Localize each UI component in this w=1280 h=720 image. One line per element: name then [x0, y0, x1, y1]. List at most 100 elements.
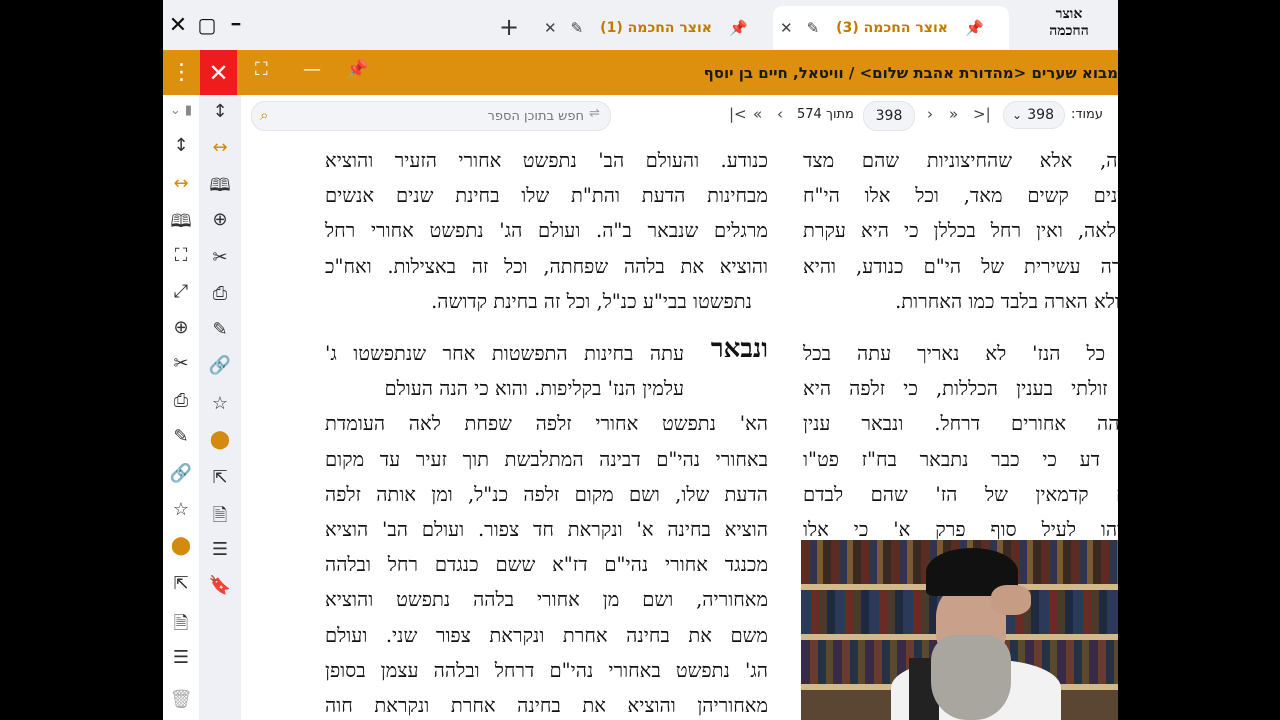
left-toolbar: ⌄ ▮ ↕ ↔ 🕮 ⛶ ⤢ ⊕ ✂ ⎙ ✎ 🔗 ☆ ⬤ ⇱ 🗎 ☰ 🗑 — [163, 95, 200, 720]
text-line: מבחינות הדעת והת"ת שלו בחינת שנים אנשים — [325, 184, 768, 208]
print-icon[interactable]: ⎙ — [199, 283, 241, 304]
external-link-icon[interactable]: ⇱ — [163, 573, 199, 594]
pin-icon[interactable]: 📌 — [965, 19, 984, 37]
navigation-row: ⌕ ⇌ |< « ‹ מתוך 574 398 › » >| ⌄ 398 עמו… — [241, 95, 1118, 135]
close-tab-icon[interactable]: ✕ — [780, 19, 793, 37]
vertical-arrows-icon[interactable]: ↕ — [163, 135, 199, 156]
page-margin — [241, 135, 321, 720]
filter-icon[interactable]: ⇌ — [589, 106, 600, 121]
previous-page-icon[interactable]: ‹ — [777, 105, 783, 123]
last-page-icon[interactable]: >| — [973, 105, 991, 123]
text-column-right: אשה, אלא שהחיצוניות שהם מצד הדינים קשים … — [803, 143, 1118, 547]
expand-icon[interactable]: ⤢ — [163, 281, 199, 302]
close-window-icon[interactable]: ✕ — [165, 12, 191, 38]
horizontal-arrows-icon[interactable]: ↔ — [163, 173, 199, 194]
minimize-window-icon[interactable]: ━ — [223, 12, 249, 38]
book-title: מבוא שערים <מהדורת אהבת שלום> / וויטאל, … — [703, 63, 1118, 82]
page-count: מתוך 574 — [797, 107, 854, 122]
add-tab-icon[interactable]: + — [499, 13, 519, 41]
text-line: הוציא בחינה א' ונקראת חד צפור. ועולם הב'… — [325, 518, 768, 542]
crop-icon[interactable]: ✂ — [163, 353, 199, 374]
logo-line: החכמה — [1049, 23, 1089, 39]
text-line: הדעת שלו, ושם מקום זלפה כנ"ל, ומן אותה ז… — [325, 482, 768, 506]
minimize-panel-icon[interactable]: — — [303, 59, 321, 80]
delete-icon[interactable]: 🗑 — [163, 689, 199, 710]
person-hand — [991, 585, 1031, 615]
search-input[interactable] — [282, 105, 586, 127]
next-page-icon[interactable]: › — [927, 105, 933, 123]
forward-10-icon[interactable]: » — [949, 105, 958, 123]
pin-icon[interactable]: 📌 — [346, 59, 368, 80]
more-menu-icon[interactable]: ⋮ — [163, 50, 200, 95]
app-logo: אוצר החכמה — [1030, 6, 1108, 40]
star-icon[interactable]: ☆ — [163, 499, 199, 520]
text-line: ת לאה, ואין רחל בכללן כי היא עקרת — [803, 219, 1118, 243]
text-line: הג' נתפשט באחורי נהי"ם דרחל ובלהה עצמן ב… — [325, 658, 768, 682]
crop-icon[interactable]: ✂ — [199, 247, 241, 268]
current-page-field[interactable]: 398 — [863, 101, 915, 131]
link-icon[interactable]: 🔗 — [199, 355, 241, 376]
book-search-box: ⌕ ⇌ — [251, 101, 611, 131]
pencil-icon[interactable]: ✎ — [571, 19, 584, 37]
star-icon[interactable]: ☆ — [199, 393, 241, 414]
document-info-icon[interactable]: 🗎 — [199, 503, 241, 533]
text-line: ונבאר עתה בחינות התפשטות אחר שנתפשטו ג' — [325, 334, 768, 371]
text-line: נתפשטו בבי"ע כנ"ל, וכל זה בחינת קדושה. — [431, 289, 752, 313]
bookmark-icon[interactable]: 🔖 — [199, 575, 241, 596]
search-icon[interactable]: ⌕ — [260, 106, 268, 124]
text-line: מאחוריה, ושם מן אחורי בלהה נתפשט והוציא — [325, 588, 768, 612]
zoom-in-icon[interactable]: ⊕ — [199, 209, 241, 230]
horizontal-arrows-icon[interactable]: ↔ — [199, 137, 241, 158]
edit-icon[interactable]: ✎ — [163, 426, 199, 447]
text-line: מרגלים שנבאר ב"ה. ועולם הג' נתפשט אחורי … — [325, 219, 768, 243]
page-label: עמוד: — [1071, 107, 1103, 122]
text-line: לו. דע כי כבר נתבאר בח"ז פט"ו — [803, 447, 1118, 471]
zoom-in-icon[interactable]: ⊕ — [163, 317, 199, 338]
pencil-icon[interactable]: ✎ — [807, 19, 820, 37]
vertical-arrows-icon[interactable]: ↕ — [199, 101, 241, 122]
text-line: מכנגד אחורי נהי"ם דז"א ששם כנגדם רחל ובל… — [325, 553, 768, 577]
print-icon[interactable]: ⎙ — [163, 390, 199, 411]
restore-window-icon[interactable]: ▢ — [194, 12, 220, 38]
text-column-left: כנודע. והעולם הב' נתפשט אחורי הזעיר והוצ… — [325, 143, 768, 720]
fit-screen-icon[interactable]: ⛶ — [255, 59, 268, 80]
tab-1[interactable]: ✕ ✎ אוצר החכמה (1) 📌 — [537, 6, 773, 50]
location-pin-icon[interactable]: ⬤ — [163, 535, 199, 556]
edit-icon[interactable]: ✎ — [199, 319, 241, 340]
tab-label: אוצר החכמה (3) — [836, 20, 948, 36]
text-line: ות ולא הארה בלבד כמו האחרות. — [895, 289, 1118, 313]
book-title-bar: ⋮ ✕ ⛶ — 📌 מבוא שערים <מהדורת אהבת שלום> … — [163, 50, 1118, 95]
first-page-icon[interactable]: |< — [729, 105, 747, 123]
open-book-icon[interactable]: 🕮 — [199, 173, 241, 203]
back-10-icon[interactable]: « — [753, 105, 762, 123]
document-info-icon[interactable]: 🗎 — [163, 611, 199, 641]
link-icon[interactable]: 🔗 — [163, 463, 199, 484]
text-line: מאחוריהן והוציא את בחינה אחרת ונקראת חוה — [325, 694, 768, 718]
text-line: הדינים קשים מאד, וכל אלו הי"ח — [803, 184, 1118, 208]
location-pin-icon[interactable]: ⬤ — [199, 429, 241, 450]
text-line: ת כל הנז' לא נאריך עתה בכל — [803, 342, 1118, 366]
list-icon[interactable]: ☰ — [199, 539, 241, 560]
close-tab-icon[interactable]: ✕ — [544, 19, 557, 37]
scroll-up-icon[interactable]: ⌄ ▮ — [163, 103, 199, 118]
open-book-icon[interactable]: 🕮 — [163, 209, 199, 239]
logo-line: אוצר — [1055, 6, 1083, 22]
fullscreen-icon[interactable]: ⛶ — [163, 245, 199, 266]
text-line: אשה, אלא שהחיצוניות שהם מצד — [803, 149, 1118, 172]
chevron-down-icon: ⌄ — [1012, 108, 1023, 122]
heading-word: ונבאר — [710, 334, 768, 365]
external-link-icon[interactable]: ⇱ — [199, 467, 241, 488]
pin-icon[interactable]: 📌 — [729, 19, 748, 37]
text-line: עלמין הנז' בקליפות. והוא כי הנה העולם — [384, 377, 684, 401]
text-line: והוציא את בלהה שפחתה, וכל זה באצילות. וא… — [325, 254, 768, 278]
text-line: ובלהה אחורים דרחל. ונבאר ענין — [803, 412, 1118, 436]
close-book-icon[interactable]: ✕ — [200, 50, 237, 95]
tab-3[interactable]: ✕ ✎ אוצר החכמה (3) 📌 — [773, 6, 1009, 50]
list-icon[interactable]: ☰ — [163, 647, 199, 668]
text-line: נקודה עשירית של הי"ם כנודע, והיא — [803, 254, 1118, 278]
text-line: הא' נתפשט אחורי זלפה שפחת לאה העומדת — [325, 412, 768, 436]
page-select[interactable]: ⌄ 398 — [1003, 101, 1065, 129]
text-line: כנודע. והעולם הב' נתפשט אחורי הזעיר והוצ… — [325, 149, 768, 172]
